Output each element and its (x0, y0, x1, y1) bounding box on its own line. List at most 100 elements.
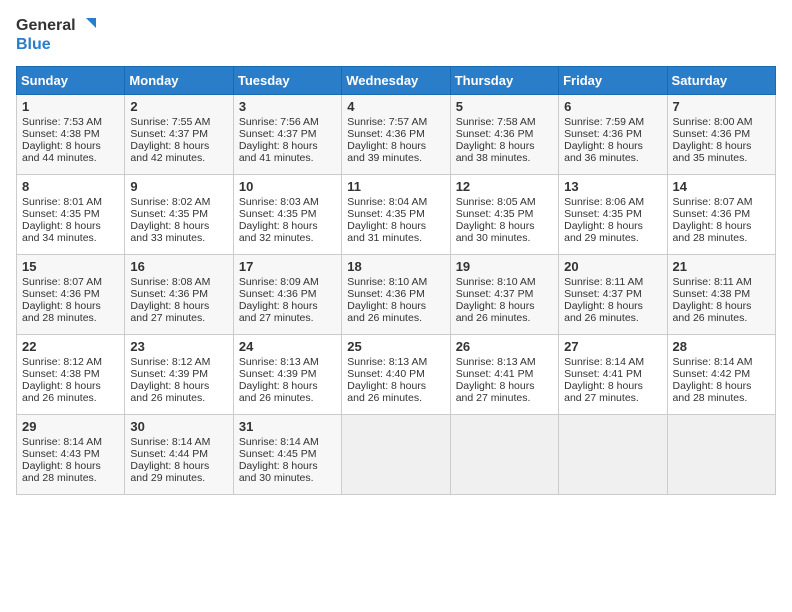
day-number: 6 (564, 99, 661, 114)
sunrise-text: Sunrise: 8:13 AM (456, 356, 536, 368)
weekday-header: Monday (125, 67, 233, 95)
day-number: 4 (347, 99, 444, 114)
calendar-day-cell: 12Sunrise: 8:05 AMSunset: 4:35 PMDayligh… (450, 175, 558, 255)
calendar-day-cell: 13Sunrise: 8:06 AMSunset: 4:35 PMDayligh… (559, 175, 667, 255)
sunrise-text: Sunrise: 8:14 AM (22, 436, 102, 448)
day-number: 17 (239, 259, 336, 274)
daylight-text: Daylight: 8 hours and 32 minutes. (239, 220, 318, 244)
weekday-header: Saturday (667, 67, 775, 95)
calendar-day-cell: 20Sunrise: 8:11 AMSunset: 4:37 PMDayligh… (559, 255, 667, 335)
calendar-week-row: 15Sunrise: 8:07 AMSunset: 4:36 PMDayligh… (17, 255, 776, 335)
day-number: 1 (22, 99, 119, 114)
daylight-text: Daylight: 8 hours and 39 minutes. (347, 140, 426, 164)
day-number: 13 (564, 179, 661, 194)
daylight-text: Daylight: 8 hours and 30 minutes. (239, 460, 318, 484)
sunrise-text: Sunrise: 8:07 AM (673, 196, 753, 208)
daylight-text: Daylight: 8 hours and 28 minutes. (22, 300, 101, 324)
calendar-table: SundayMondayTuesdayWednesdayThursdayFrid… (16, 66, 776, 495)
day-number: 2 (130, 99, 227, 114)
daylight-text: Daylight: 8 hours and 27 minutes. (239, 300, 318, 324)
sunset-text: Sunset: 4:35 PM (239, 208, 317, 220)
daylight-text: Daylight: 8 hours and 31 minutes. (347, 220, 426, 244)
sunset-text: Sunset: 4:37 PM (130, 128, 208, 140)
calendar-day-cell: 23Sunrise: 8:12 AMSunset: 4:39 PMDayligh… (125, 335, 233, 415)
day-number: 19 (456, 259, 553, 274)
day-number: 25 (347, 339, 444, 354)
day-number: 27 (564, 339, 661, 354)
sunset-text: Sunset: 4:39 PM (239, 368, 317, 380)
sunrise-text: Sunrise: 8:13 AM (239, 356, 319, 368)
sunrise-text: Sunrise: 8:13 AM (347, 356, 427, 368)
sunset-text: Sunset: 4:39 PM (130, 368, 208, 380)
sunset-text: Sunset: 4:43 PM (22, 448, 100, 460)
sunset-text: Sunset: 4:36 PM (22, 288, 100, 300)
calendar-day-cell: 8Sunrise: 8:01 AMSunset: 4:35 PMDaylight… (17, 175, 125, 255)
day-number: 12 (456, 179, 553, 194)
day-number: 30 (130, 419, 227, 434)
day-number: 31 (239, 419, 336, 434)
calendar-day-cell (559, 415, 667, 495)
sunrise-text: Sunrise: 8:02 AM (130, 196, 210, 208)
calendar-day-cell: 27Sunrise: 8:14 AMSunset: 4:41 PMDayligh… (559, 335, 667, 415)
daylight-text: Daylight: 8 hours and 29 minutes. (564, 220, 643, 244)
calendar-day-cell: 25Sunrise: 8:13 AMSunset: 4:40 PMDayligh… (342, 335, 450, 415)
sunset-text: Sunset: 4:38 PM (22, 368, 100, 380)
calendar-day-cell: 26 Sunrise: 8:13 AMSunset: 4:41 PMDayligh… (450, 335, 558, 415)
day-number: 11 (347, 179, 444, 194)
calendar-day-cell: 14Sunrise: 8:07 AMSunset: 4:36 PMDayligh… (667, 175, 775, 255)
day-number: 3 (239, 99, 336, 114)
calendar-day-cell: 4 Sunrise: 7:57 AMSunset: 4:36 PMDaylight… (342, 95, 450, 175)
daylight-text: Daylight: 8 hours and 44 minutes. (22, 140, 101, 164)
daylight-text: Daylight: 8 hours and 33 minutes. (130, 220, 209, 244)
daylight-text: Daylight: 8 hours and 28 minutes. (673, 220, 752, 244)
sunrise-text: Sunrise: 8:06 AM (564, 196, 644, 208)
daylight-text: Daylight: 8 hours and 27 minutes. (456, 380, 535, 404)
weekday-header: Wednesday (342, 67, 450, 95)
daylight-text: Daylight: 8 hours and 27 minutes. (130, 300, 209, 324)
sunrise-text: Sunrise: 8:04 AM (347, 196, 427, 208)
daylight-text: Daylight: 8 hours and 26 minutes. (347, 300, 426, 324)
day-number: 24 (239, 339, 336, 354)
sunset-text: Sunset: 4:41 PM (456, 368, 534, 380)
sunrise-text: Sunrise: 8:12 AM (22, 356, 102, 368)
day-number: 7 (673, 99, 770, 114)
day-number: 26 (456, 339, 553, 354)
sunset-text: Sunset: 4:40 PM (347, 368, 425, 380)
calendar-day-cell: 24 Sunrise: 8:13 AMSunset: 4:39 PMDayligh… (233, 335, 341, 415)
calendar-day-cell: 10Sunrise: 8:03 AMSunset: 4:35 PMDayligh… (233, 175, 341, 255)
daylight-text: Daylight: 8 hours and 26 minutes. (673, 300, 752, 324)
calendar-day-cell: 11Sunrise: 8:04 AMSunset: 4:35 PMDayligh… (342, 175, 450, 255)
daylight-text: Daylight: 8 hours and 28 minutes. (22, 460, 101, 484)
calendar-day-cell: 6Sunrise: 7:59 AMSunset: 4:36 PMDaylight… (559, 95, 667, 175)
logo-triangle-icon (78, 16, 98, 36)
sunrise-text: Sunrise: 8:09 AM (239, 276, 319, 288)
sunset-text: Sunset: 4:36 PM (673, 208, 751, 220)
calendar-day-cell: 16Sunrise: 8:08 AMSunset: 4:36 PMDayligh… (125, 255, 233, 335)
sunset-text: Sunset: 4:36 PM (673, 128, 751, 140)
calendar-day-cell: 21Sunrise: 8:11 AMSunset: 4:38 PMDayligh… (667, 255, 775, 335)
daylight-text: Daylight: 8 hours and 38 minutes. (456, 140, 535, 164)
daylight-text: Daylight: 8 hours and 26 minutes. (239, 380, 318, 404)
daylight-text: Daylight: 8 hours and 36 minutes. (564, 140, 643, 164)
sunrise-text: Sunrise: 7:57 AM (347, 116, 427, 128)
day-number: 15 (22, 259, 119, 274)
calendar-day-cell: 19Sunrise: 8:10 AMSunset: 4:37 PMDayligh… (450, 255, 558, 335)
sunrise-text: Sunrise: 8:08 AM (130, 276, 210, 288)
calendar-day-cell: 28Sunrise: 8:14 AMSunset: 4:42 PMDayligh… (667, 335, 775, 415)
calendar-day-cell: 15Sunrise: 8:07 AMSunset: 4:36 PMDayligh… (17, 255, 125, 335)
daylight-text: Daylight: 8 hours and 34 minutes. (22, 220, 101, 244)
daylight-text: Daylight: 8 hours and 29 minutes. (130, 460, 209, 484)
day-number: 8 (22, 179, 119, 194)
weekday-header-row: SundayMondayTuesdayWednesdayThursdayFrid… (17, 67, 776, 95)
sunrise-text: Sunrise: 7:59 AM (564, 116, 644, 128)
sunrise-text: Sunrise: 8:05 AM (456, 196, 536, 208)
sunset-text: Sunset: 4:45 PM (239, 448, 317, 460)
sunrise-text: Sunrise: 8:14 AM (130, 436, 210, 448)
sunset-text: Sunset: 4:36 PM (347, 128, 425, 140)
sunrise-text: Sunrise: 7:55 AM (130, 116, 210, 128)
daylight-text: Daylight: 8 hours and 28 minutes. (673, 380, 752, 404)
sunset-text: Sunset: 4:37 PM (564, 288, 642, 300)
calendar-day-cell: 31Sunrise: 8:14 AMSunset: 4:45 PMDayligh… (233, 415, 341, 495)
calendar-day-cell (342, 415, 450, 495)
calendar-day-cell: 2Sunrise: 7:55 AMSunset: 4:37 PMDaylight… (125, 95, 233, 175)
